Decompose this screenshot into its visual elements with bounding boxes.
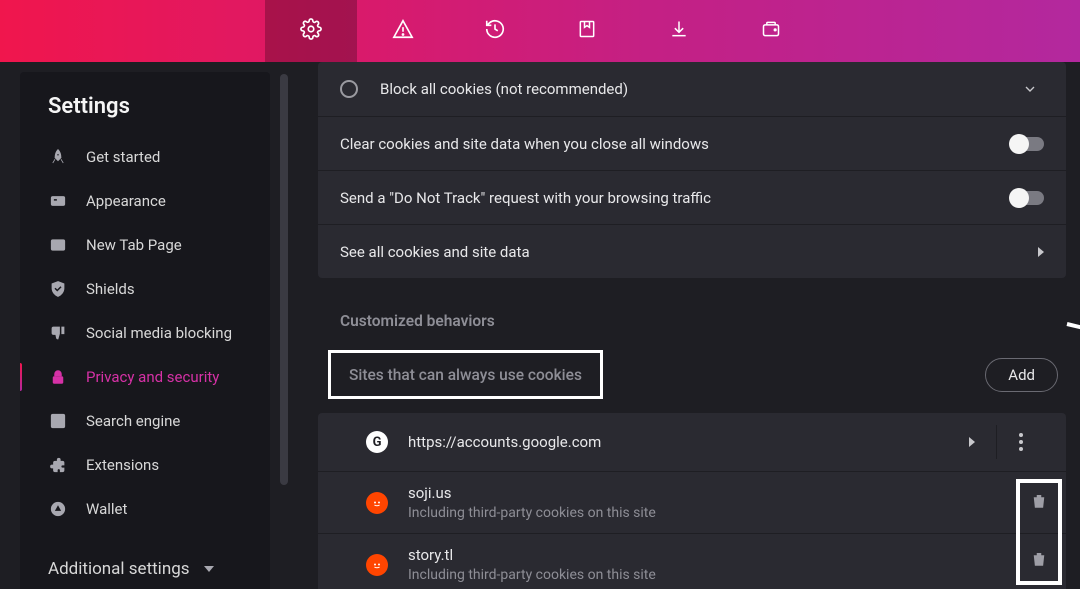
annotation-box-label: Sites that can always use cookies xyxy=(328,350,603,399)
toolbar-spacer xyxy=(0,0,265,62)
row-block-all-cookies[interactable]: Block all cookies (not recommended) xyxy=(318,62,1066,116)
sidebar: Settings Get started Appearance New Tab … xyxy=(20,72,270,589)
download-icon xyxy=(669,19,689,43)
row-see-all-cookies[interactable]: See all cookies and site data xyxy=(318,224,1066,278)
sidebar-item-wallet[interactable]: Wallet xyxy=(20,487,270,531)
reddit-favicon-icon xyxy=(366,492,388,514)
toggle-clear-on-close[interactable] xyxy=(1010,137,1044,151)
thumbs-down-icon xyxy=(48,323,68,343)
add-site-button[interactable]: Add xyxy=(985,358,1058,392)
chevron-down-icon xyxy=(204,566,214,572)
site-text: soji.us Including third-party cookies on… xyxy=(408,484,1044,521)
site-text: story.tl Including third-party cookies o… xyxy=(408,546,1044,583)
sidebar-item-label: Search engine xyxy=(86,412,180,430)
sidebar-item-get-started[interactable]: Get started xyxy=(20,135,270,179)
add-button-label: Add xyxy=(1008,366,1035,384)
see-all-label: See all cookies and site data xyxy=(340,243,1038,261)
sidebar-container: Settings Get started Appearance New Tab … xyxy=(0,62,292,589)
dnt-label: Send a "Do Not Track" request with your … xyxy=(340,189,1010,207)
row-clear-on-close: Clear cookies and site data when you clo… xyxy=(318,116,1066,170)
sidebar-title: Settings xyxy=(20,94,270,135)
row-do-not-track: Send a "Do Not Track" request with your … xyxy=(318,170,1066,224)
sidebar-scrollbar[interactable] xyxy=(280,74,288,485)
cookie-settings-panel: Block all cookies (not recommended) Clea… xyxy=(318,62,1066,278)
additional-settings[interactable]: Additional settings xyxy=(20,531,270,579)
always-allow-header: Sites that can always use cookies Add xyxy=(318,350,1066,413)
main-content: Block all cookies (not recommended) Clea… xyxy=(292,62,1080,589)
sidebar-item-privacy[interactable]: Privacy and security xyxy=(20,355,270,399)
radio-unchecked-icon[interactable] xyxy=(340,80,358,98)
sidebar-item-label: Get started xyxy=(86,148,160,166)
lock-icon xyxy=(48,367,68,387)
sidebar-item-label: Privacy and security xyxy=(86,368,219,386)
toolbar-settings[interactable] xyxy=(265,0,357,62)
site-expand[interactable] xyxy=(948,425,996,459)
wallet-icon xyxy=(761,19,781,43)
toolbar-wallet[interactable] xyxy=(725,0,817,62)
allowed-sites-list: G https://accounts.google.com soji.us In… xyxy=(318,413,1066,589)
bookmark-icon xyxy=(577,19,597,43)
more-vert-icon xyxy=(1019,433,1023,451)
site-sub: Including third-party cookies on this si… xyxy=(408,567,1044,583)
chevron-right-icon xyxy=(1038,247,1044,257)
shield-check-icon xyxy=(48,279,68,299)
toolbar-warnings[interactable] xyxy=(357,0,449,62)
search-box-icon xyxy=(48,411,68,431)
appearance-icon xyxy=(48,191,68,211)
trash-icon[interactable] xyxy=(1030,549,1048,573)
google-favicon-icon: G xyxy=(366,431,388,453)
site-sub: Including third-party cookies on this si… xyxy=(408,505,1044,521)
reddit-favicon-icon xyxy=(366,554,388,576)
site-url: story.tl xyxy=(408,546,1044,564)
customized-behaviors-heading: Customized behaviors xyxy=(318,278,1066,350)
site-url: soji.us xyxy=(408,484,1044,502)
history-icon xyxy=(484,18,506,44)
warning-triangle-icon xyxy=(392,18,414,44)
sidebar-item-search[interactable]: Search engine xyxy=(20,399,270,443)
rocket-icon xyxy=(48,147,68,167)
expand-button[interactable] xyxy=(1016,81,1044,97)
toolbar-downloads[interactable] xyxy=(633,0,725,62)
sidebar-item-label: Extensions xyxy=(86,456,159,474)
sidebar-item-shields[interactable]: Shields xyxy=(20,267,270,311)
trash-icon[interactable] xyxy=(1030,491,1048,515)
sidebar-item-new-tab[interactable]: New Tab Page xyxy=(20,223,270,267)
site-row[interactable]: soji.us Including third-party cookies on… xyxy=(318,471,1066,533)
toggle-dnt[interactable] xyxy=(1010,191,1044,205)
always-allow-label: Sites that can always use cookies xyxy=(349,366,582,384)
wallet-sidebar-icon xyxy=(48,499,68,519)
gear-icon xyxy=(300,18,322,44)
site-row[interactable]: G https://accounts.google.com xyxy=(318,413,1066,471)
additional-settings-label: Additional settings xyxy=(48,559,190,579)
puzzle-icon xyxy=(48,455,68,475)
site-text: https://accounts.google.com xyxy=(408,433,948,451)
sidebar-item-social[interactable]: Social media blocking xyxy=(20,311,270,355)
toolbar-bookmarks[interactable] xyxy=(541,0,633,62)
site-row[interactable]: story.tl Including third-party cookies o… xyxy=(318,533,1066,589)
sidebar-item-label: Appearance xyxy=(86,192,166,210)
chevron-right-icon xyxy=(969,437,975,447)
sidebar-item-label: New Tab Page xyxy=(86,236,182,254)
chevron-down-icon xyxy=(1022,81,1038,97)
new-tab-icon xyxy=(48,235,68,255)
sidebar-item-label: Wallet xyxy=(86,500,127,518)
sidebar-item-label: Shields xyxy=(86,280,135,298)
site-url: https://accounts.google.com xyxy=(408,433,948,451)
sidebar-item-appearance[interactable]: Appearance xyxy=(20,179,270,223)
clear-on-close-label: Clear cookies and site data when you clo… xyxy=(340,135,1010,153)
block-all-label: Block all cookies (not recommended) xyxy=(380,80,1016,98)
annotation-box-trash xyxy=(1016,479,1062,585)
sidebar-item-label: Social media blocking xyxy=(86,324,232,342)
site-menu[interactable] xyxy=(996,425,1044,459)
toolbar-history[interactable] xyxy=(449,0,541,62)
top-toolbar xyxy=(0,0,1080,62)
sidebar-item-extensions[interactable]: Extensions xyxy=(20,443,270,487)
